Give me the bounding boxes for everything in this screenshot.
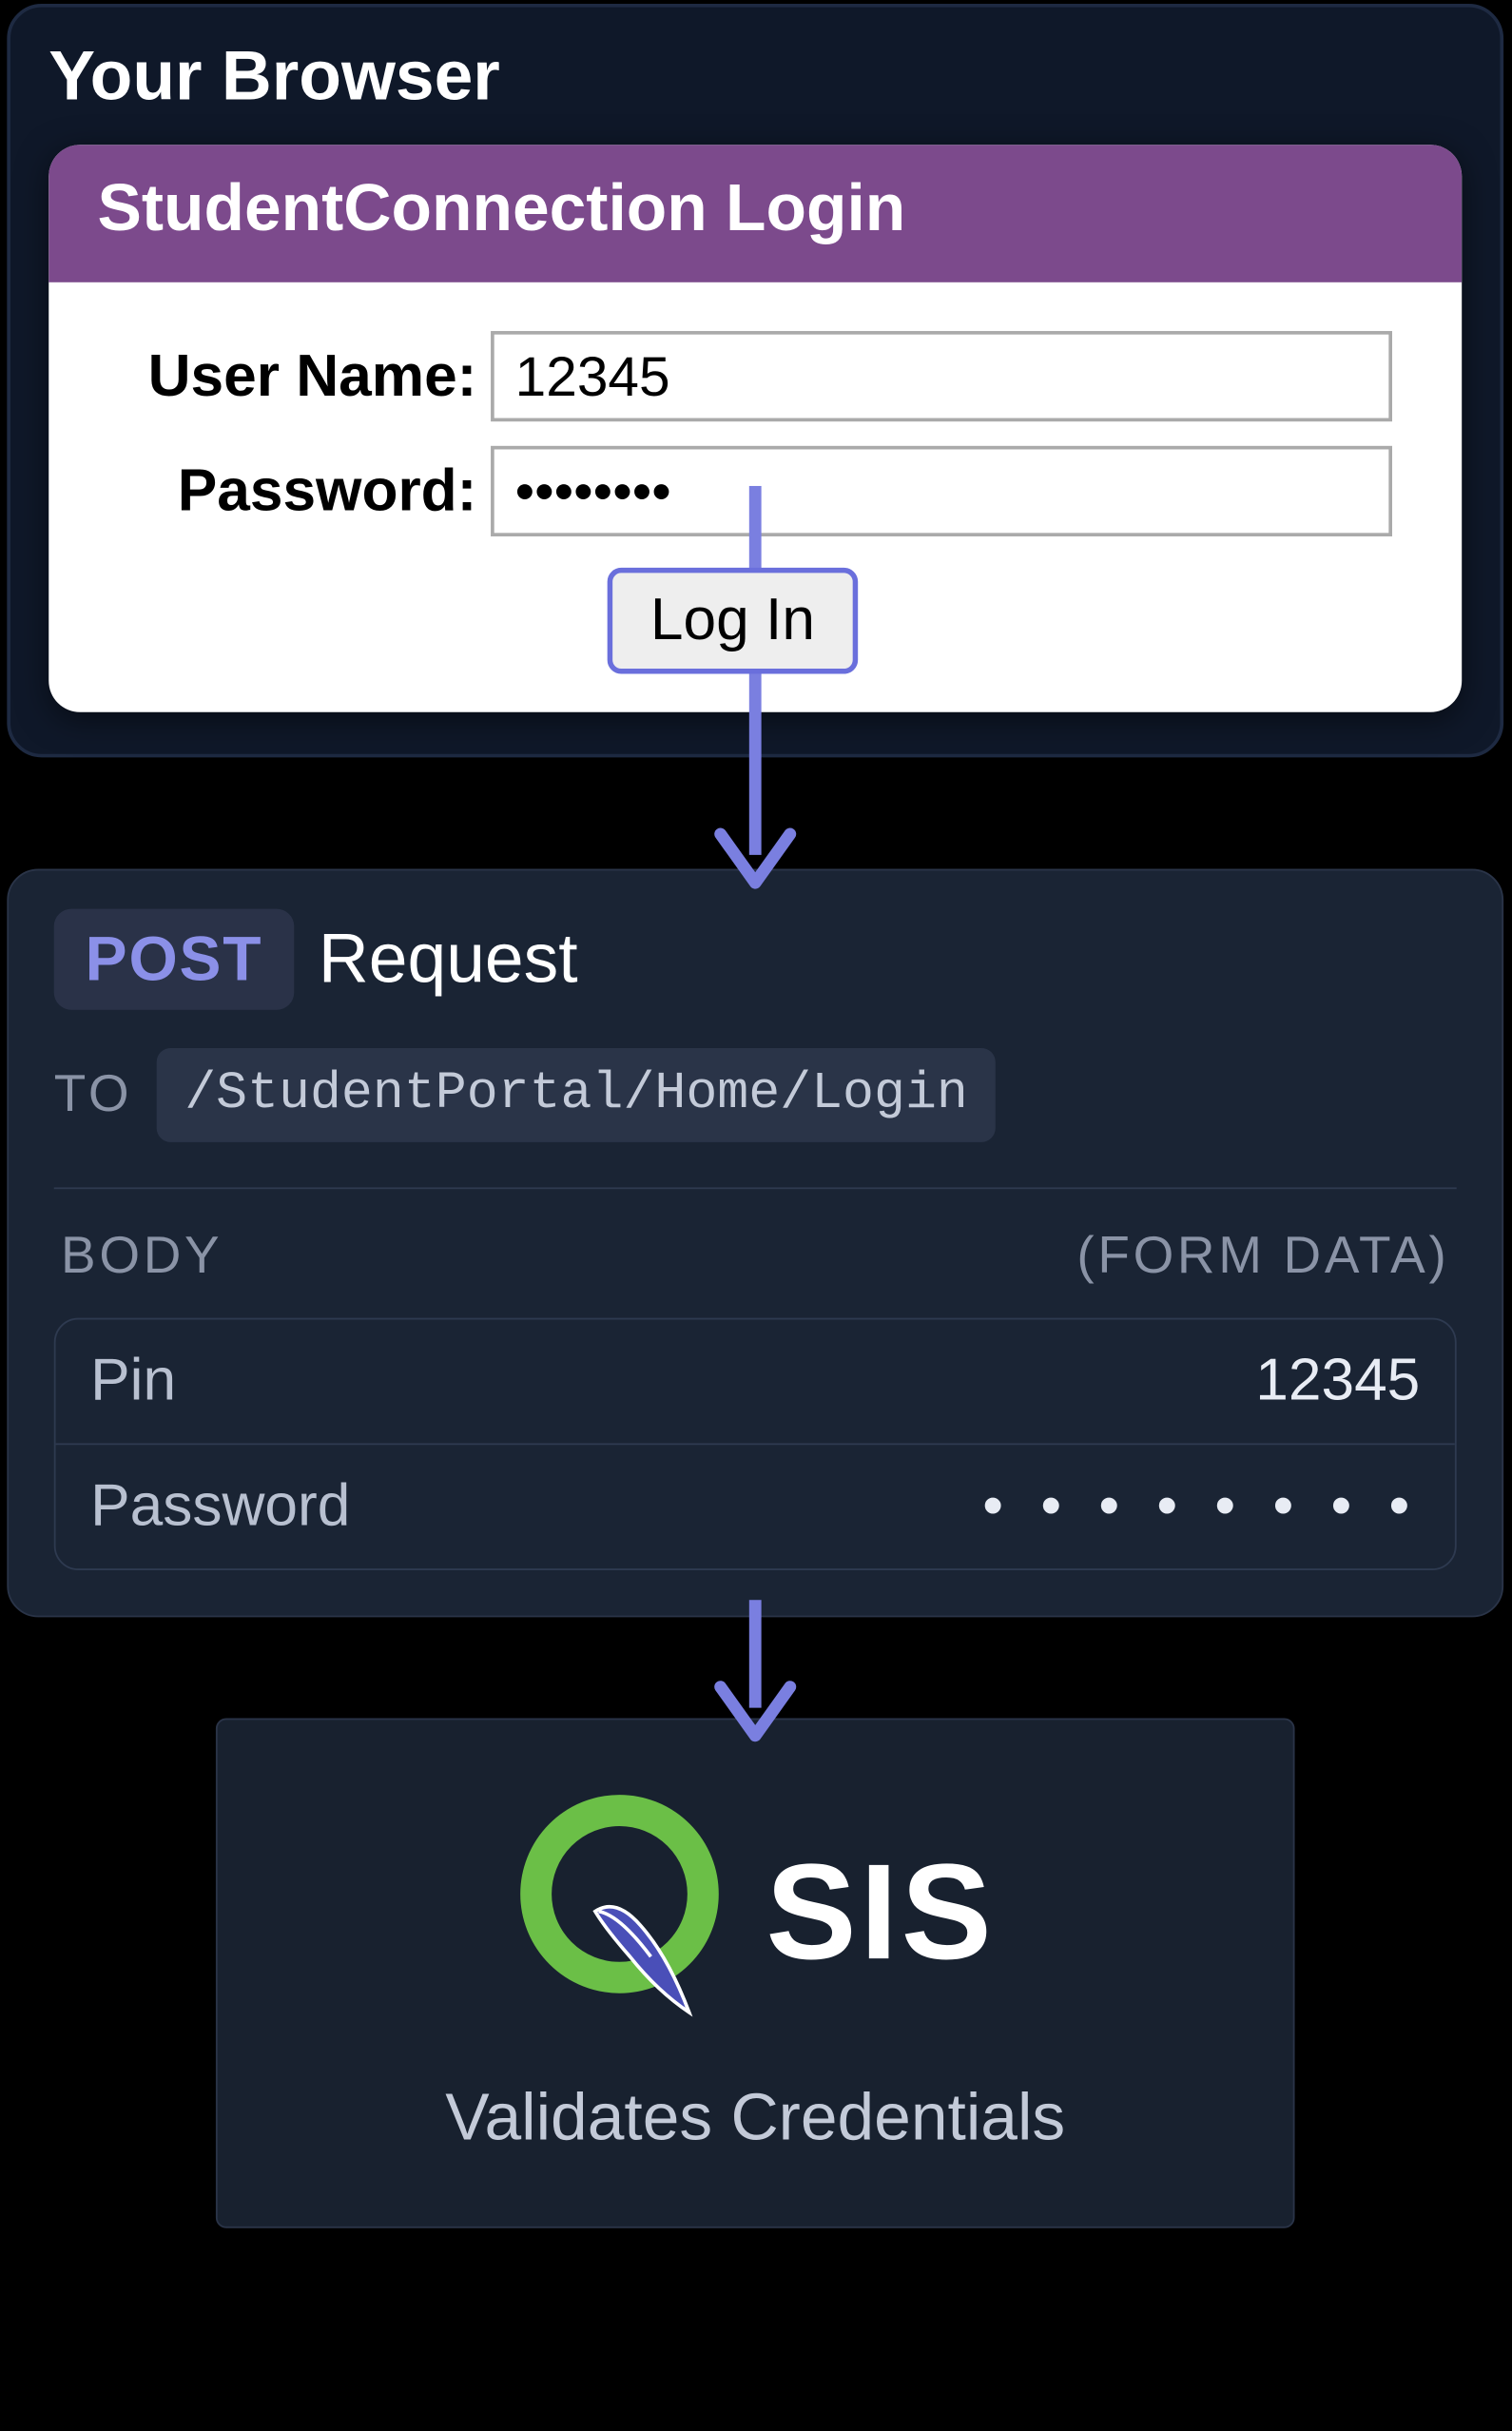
divider bbox=[54, 1187, 1457, 1189]
body-key: Pin bbox=[90, 1348, 176, 1415]
q-logo-icon bbox=[515, 1790, 725, 2033]
request-body-table: Pin 12345 Password • • • • • • • • bbox=[54, 1318, 1457, 1570]
body-value: 12345 bbox=[1255, 1348, 1420, 1415]
sis-name: SIS bbox=[766, 1832, 995, 1991]
sis-caption: Validates Credentials bbox=[252, 2082, 1258, 2157]
body-value: • • • • • • • • bbox=[982, 1473, 1420, 1541]
login-window-header: StudentConnection Login bbox=[48, 145, 1462, 282]
password-label: Password: bbox=[73, 457, 491, 525]
browser-title: Your Browser bbox=[48, 39, 1462, 117]
browser-panel: Your Browser StudentConnection Login Use… bbox=[7, 4, 1503, 757]
arrow-browser-to-request bbox=[0, 765, 1510, 869]
login-window: StudentConnection Login User Name: Passw… bbox=[48, 145, 1462, 712]
body-row: Password • • • • • • • • bbox=[56, 1443, 1455, 1568]
username-label: User Name: bbox=[73, 342, 491, 410]
username-input[interactable] bbox=[491, 331, 1392, 421]
arrow-request-to-sis bbox=[0, 1617, 1510, 1718]
to-label: TO bbox=[54, 1065, 133, 1124]
body-type-label: (FORM DATA) bbox=[1076, 1227, 1449, 1286]
body-row: Pin 12345 bbox=[56, 1319, 1455, 1443]
http-method-badge: POST bbox=[54, 909, 295, 1010]
password-input[interactable] bbox=[491, 446, 1392, 536]
body-label: BODY bbox=[61, 1227, 223, 1286]
body-key: Password bbox=[90, 1473, 350, 1541]
sis-panel: SIS Validates Credentials bbox=[216, 1719, 1295, 2228]
request-label: Request bbox=[319, 920, 578, 998]
arrow-down-icon bbox=[703, 1600, 807, 1757]
login-form: User Name: Password: Log In bbox=[48, 282, 1462, 712]
request-url: /StudentPortal/Home/Login bbox=[157, 1048, 996, 1142]
login-button[interactable]: Log In bbox=[607, 568, 858, 674]
request-panel: POST Request TO /StudentPortal/Home/Logi… bbox=[7, 869, 1503, 1618]
